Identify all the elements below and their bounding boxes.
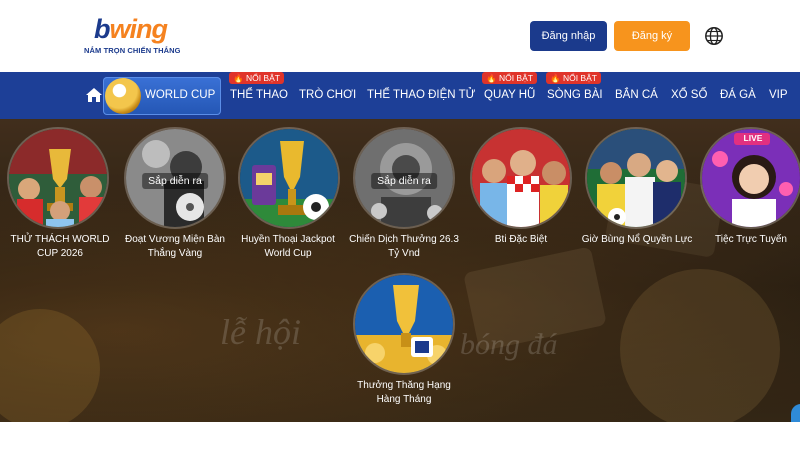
hot-badge-song-bai: 🔥 NỔI BẬT xyxy=(546,72,601,84)
promo-chien-dich-thuong[interactable]: Sắp diễn ra Chiến Dịch Thưởng 26.3 Tỷ Vn… xyxy=(344,127,464,267)
nav-item-tro-choi[interactable]: TRÒ CHƠI xyxy=(299,89,356,101)
coming-soon-badge: Sắp diễn ra xyxy=(142,173,208,189)
world-cup-ball-icon xyxy=(105,78,141,114)
promo-thu-thach-world-cup[interactable]: THỬ THÁCH WORLD CUP 2026 xyxy=(0,127,120,267)
bwing-logo[interactable]: bwing NẮM TRỌN CHIẾN THẮNG xyxy=(84,14,180,58)
promo-image-doat-vuong-mien: Sắp diễn ra xyxy=(124,127,226,229)
promo-huyen-thoai-jackpot[interactable]: Huyền Thoại Jackpot World Cup xyxy=(228,127,348,267)
logo-wordmark: bwing xyxy=(94,14,168,44)
promo-title: Đoạt Vương Miện Bàn Thắng Vàng xyxy=(125,234,225,259)
world-cup-label: WORLD CUP xyxy=(145,89,216,101)
promo-doat-vuong-mien[interactable]: Sắp diễn ra Đoạt Vương Miện Bàn Thắng Và… xyxy=(115,127,235,267)
coming-soon-badge: Sắp diễn ra xyxy=(371,173,437,189)
nav-item-the-thao[interactable]: THỂ THAO xyxy=(230,89,288,101)
promo-image-tiec-truc-tuyen: LIVE xyxy=(700,127,800,229)
banner-bg-text-2: bóng đá xyxy=(460,328,558,361)
home-icon[interactable] xyxy=(85,86,103,104)
hot-badge-quay-hu: 🔥 NỔI BẬT xyxy=(482,72,537,84)
promo-image-thang-hang xyxy=(353,273,455,375)
promo-image-bti xyxy=(470,127,572,229)
nav-item-vip[interactable]: VIP xyxy=(769,89,788,101)
nav-item-the-thao-dien-tu[interactable]: THỂ THAO ĐIỆN TỬ xyxy=(367,89,475,101)
nav-item-da-ga[interactable]: ĐÁ GÀ xyxy=(720,89,756,101)
promo-title: Tiệc Trực Tuyến xyxy=(715,234,787,245)
nav-item-xo-so[interactable]: XỔ SỐ xyxy=(671,89,707,101)
promo-image-thu-thach xyxy=(7,127,109,229)
globe-icon[interactable] xyxy=(704,26,724,46)
promo-thuong-thang-hang[interactable]: Thưởng Thăng Hạng Hàng Tháng xyxy=(344,273,464,413)
promo-title: Bti Đặc Biệt xyxy=(494,234,548,245)
banner-bg-text-1: lễ hội xyxy=(220,312,301,352)
live-badge: LIVE xyxy=(743,133,763,143)
promo-gio-bung-no[interactable]: Giờ Bùng Nổ Quyền Lực xyxy=(577,127,697,267)
nav-item-quay-hu[interactable]: QUAY HŨ xyxy=(484,89,535,101)
page: bwing NẮM TRỌN CHIẾN THẮNG Đăng nhập Đăn… xyxy=(0,0,800,450)
promo-tiec-truc-tuyen[interactable]: LIVE Tiệc Trực Tuyến xyxy=(691,127,800,267)
logo-tagline: NẮM TRỌN CHIẾN THẮNG xyxy=(84,46,181,55)
hot-badge-the-thao: 🔥 NỔI BẬT xyxy=(229,72,284,84)
nav-item-song-bai[interactable]: SÒNG BÀI xyxy=(547,89,603,101)
promo-image-jackpot xyxy=(238,127,340,229)
nav-tab-world-cup[interactable]: WORLD CUP xyxy=(103,77,221,115)
promo-title: Huyền Thoại Jackpot World Cup xyxy=(241,234,335,259)
promo-title: THỬ THÁCH WORLD CUP 2026 xyxy=(10,234,110,259)
footer-strip xyxy=(0,422,800,450)
top-header: bwing NẮM TRỌN CHIẾN THẮNG Đăng nhập Đăn… xyxy=(0,0,800,72)
promo-bti-dac-biet[interactable]: Bti Đặc Biệt xyxy=(461,127,581,267)
promo-title: Thưởng Thăng Hạng Hàng Tháng xyxy=(357,380,451,405)
nav-item-ban-ca[interactable]: BẮN CÁ xyxy=(615,89,658,101)
promo-image-chien-dich: Sắp diễn ra xyxy=(353,127,455,229)
promo-title: Chiến Dịch Thưởng 26.3 Tỷ Vnd xyxy=(349,234,459,259)
promo-title: Giờ Bùng Nổ Quyền Lực xyxy=(581,234,693,245)
promo-image-gio-bung-no xyxy=(585,127,687,229)
login-button[interactable]: Đăng nhập xyxy=(530,21,607,51)
register-button[interactable]: Đăng ký xyxy=(614,21,690,51)
